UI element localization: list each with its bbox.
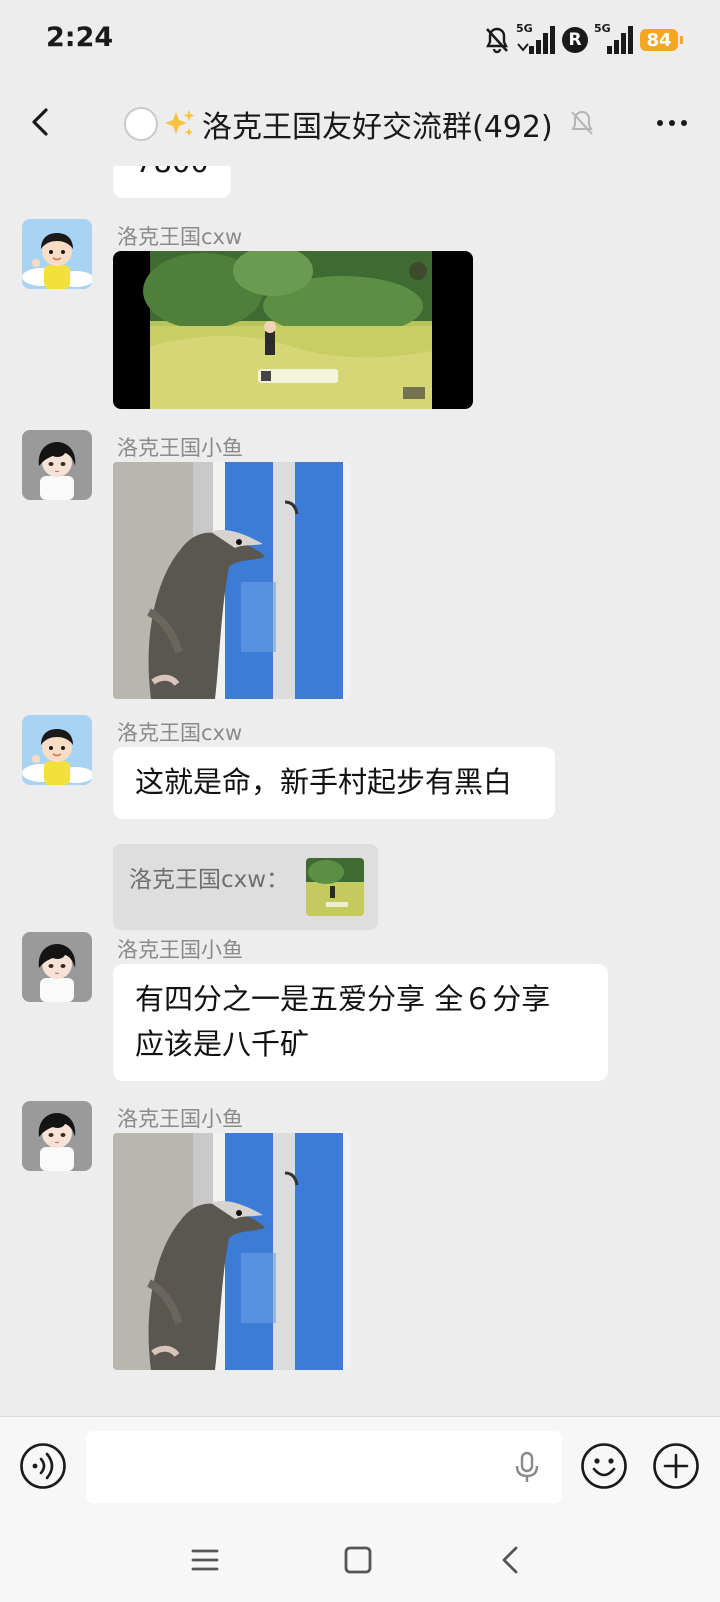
home-square-icon[interactable]	[340, 1542, 376, 1578]
avatar-cxw[interactable]	[22, 219, 92, 289]
message-bubble[interactable]: 有四分之一是五爱分享 全６分享 应该是八千矿	[113, 964, 608, 1081]
avatar-xiaoyu[interactable]	[22, 430, 92, 500]
sender-name: 洛克王国小鱼	[117, 436, 243, 460]
mute-bell-icon	[571, 110, 593, 135]
bell-off-icon	[486, 27, 508, 54]
image-message-opossum[interactable]	[113, 462, 350, 699]
menu-icon[interactable]	[187, 1542, 223, 1578]
message-text-line-2: 应该是八千矿	[135, 1027, 310, 1061]
plus-more-icon[interactable]	[652, 1442, 700, 1490]
battery-indicator: 84	[640, 29, 683, 51]
white-circle-icon	[124, 107, 158, 141]
image-message-opossum[interactable]	[113, 1133, 350, 1370]
message-input[interactable]	[86, 1431, 562, 1503]
chat-header: 洛克王国友好交流群(492)	[0, 80, 720, 166]
avatar-xiaoyu[interactable]	[22, 1101, 92, 1171]
sender-name: 洛克王国小鱼	[117, 1107, 243, 1131]
avatar-xiaoyu[interactable]	[22, 932, 92, 1002]
status-bar: 2:24 5G R 5G 84	[0, 0, 720, 80]
emoji-icon[interactable]	[580, 1442, 628, 1490]
message-text: 7800	[135, 166, 209, 179]
chat-title: 洛克王国友好交流群(492)	[202, 110, 553, 145]
message-bubble-partial[interactable]: 7800	[113, 166, 231, 198]
message-text-line-1: 有四分之一是五爱分享 全６分享	[135, 982, 551, 1016]
microphone-icon[interactable]	[510, 1450, 544, 1484]
video-thumbnail[interactable]	[113, 251, 473, 409]
message-bubble[interactable]: 这就是命，新手村起步有黑白	[113, 747, 555, 819]
sender-name: 洛克王国小鱼	[117, 938, 243, 962]
more-options-icon[interactable]	[652, 108, 692, 138]
message-list[interactable]: 7800 洛克王国cxw	[0, 166, 720, 1416]
input-bar	[0, 1416, 720, 1519]
back-triangle-icon[interactable]	[492, 1542, 528, 1578]
signal-icon-2: 5G	[594, 22, 634, 55]
quote-thumbnail	[306, 858, 364, 916]
chat-title-group[interactable]: 洛克王国友好交流群(492)	[124, 102, 553, 146]
sender-name: 洛克王国cxw	[117, 225, 243, 249]
system-nav-bar	[0, 1518, 720, 1602]
back-arrow-icon[interactable]	[20, 102, 60, 142]
r-badge-icon: R	[562, 27, 588, 53]
status-time: 2:24	[46, 22, 114, 53]
signal-icon-1: 5G	[516, 22, 556, 55]
status-icons: 5G R 5G 84	[484, 22, 683, 56]
message-text: 这就是命，新手村起步有黑白	[135, 765, 513, 799]
avatar-cxw[interactable]	[22, 715, 92, 785]
quote-text: 洛克王国cxw：	[129, 867, 290, 893]
sparkles-icon	[165, 110, 195, 137]
voice-mode-icon[interactable]	[19, 1442, 67, 1490]
quoted-reply[interactable]: 洛克王国cxw：	[113, 844, 378, 930]
sender-name: 洛克王国cxw	[117, 721, 243, 745]
